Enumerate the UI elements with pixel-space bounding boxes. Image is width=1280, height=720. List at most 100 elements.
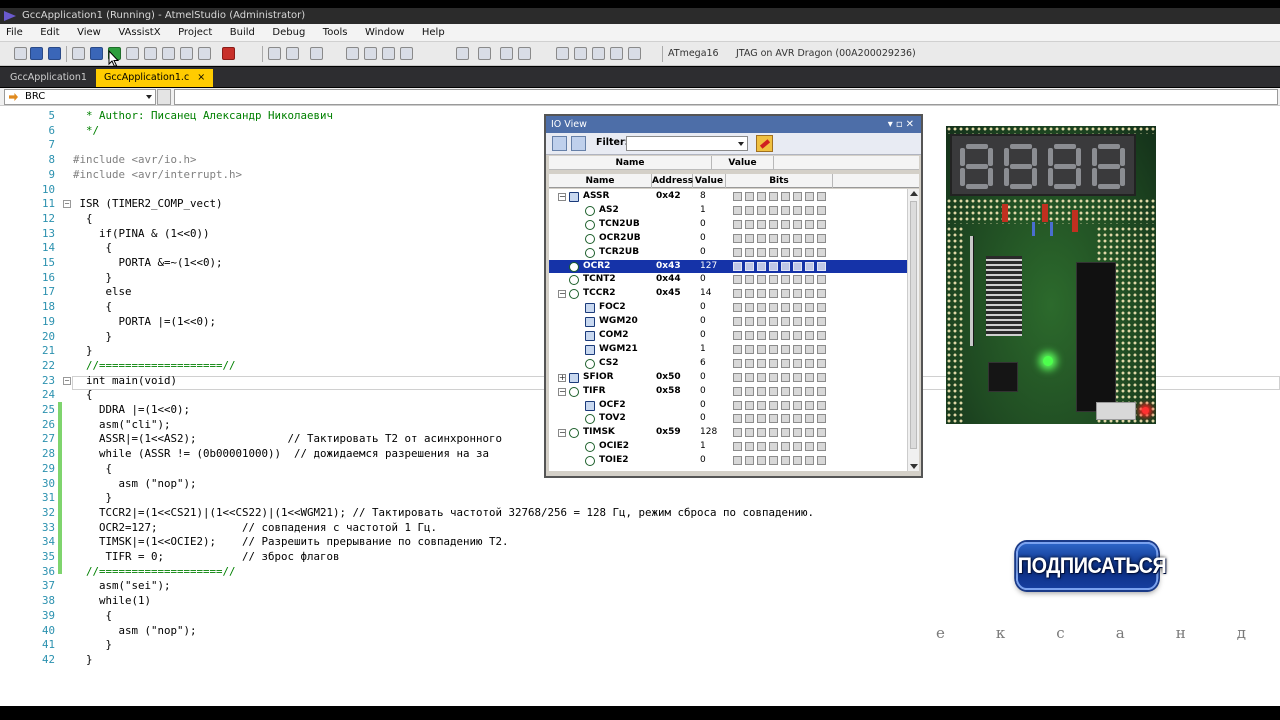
- bit-cell[interactable]: [757, 428, 766, 438]
- bit-cell[interactable]: [757, 205, 766, 215]
- bit-cell[interactable]: [793, 192, 802, 201]
- subscribe-button[interactable]: ПОДПИСАТЬСЯ: [1016, 542, 1167, 590]
- bit-cell[interactable]: [781, 331, 790, 340]
- step-over-icon[interactable]: [144, 47, 157, 60]
- memory-icon[interactable]: [268, 47, 281, 60]
- header-name[interactable]: Name: [549, 156, 712, 170]
- bit-cell[interactable]: [745, 247, 754, 257]
- bit-cell[interactable]: [781, 372, 790, 382]
- register-row[interactable]: − ASSR 0x42 8: [549, 190, 907, 204]
- bit-cell[interactable]: [781, 303, 790, 313]
- bit-cell[interactable]: [805, 192, 814, 201]
- bit-cell[interactable]: [781, 344, 790, 354]
- bit-cell[interactable]: [757, 303, 766, 313]
- bit-cell[interactable]: [781, 428, 790, 438]
- column-value[interactable]: Value: [693, 174, 726, 188]
- code-line[interactable]: 39 {: [0, 609, 1280, 624]
- bit-cell[interactable]: [781, 289, 790, 299]
- bit-cell[interactable]: [817, 442, 826, 452]
- comment-icon[interactable]: [382, 47, 395, 60]
- bit-cell[interactable]: [793, 247, 802, 257]
- cut-icon[interactable]: [310, 47, 323, 60]
- bit-cell[interactable]: [745, 303, 754, 313]
- io-view-title-bar[interactable]: IO View ▾▫✕: [546, 116, 921, 133]
- bit-cell[interactable]: [745, 192, 754, 201]
- bit-cell[interactable]: [769, 233, 778, 243]
- fold-toggle-icon[interactable]: −: [63, 376, 71, 385]
- bit-cell[interactable]: [757, 442, 766, 452]
- reset-icon[interactable]: [48, 47, 61, 60]
- device-programming-icon[interactable]: [556, 47, 569, 60]
- bit-cell[interactable]: [757, 358, 766, 368]
- menu-project[interactable]: Project: [171, 24, 219, 42]
- bit-cell[interactable]: [769, 344, 778, 354]
- bit-cell[interactable]: [793, 331, 802, 340]
- collapse-icon[interactable]: −: [558, 387, 566, 396]
- bit-cell[interactable]: [793, 386, 802, 396]
- bit-cell[interactable]: [745, 275, 754, 285]
- bit-cell[interactable]: [793, 400, 802, 410]
- bit-cell[interactable]: [805, 358, 814, 368]
- bit-cell[interactable]: [757, 247, 766, 257]
- code-line[interactable]: 38 while(1): [0, 594, 1280, 609]
- bit-cell[interactable]: [817, 247, 826, 257]
- bit-cell[interactable]: [817, 456, 826, 466]
- bit-cell[interactable]: [817, 303, 826, 313]
- bit-cell[interactable]: [769, 317, 778, 327]
- uncomment-icon[interactable]: [400, 47, 413, 60]
- member-combo[interactable]: [174, 89, 1278, 105]
- bit-cell[interactable]: [745, 442, 754, 452]
- bit-cell[interactable]: [757, 372, 766, 382]
- bit-cell[interactable]: [745, 205, 754, 215]
- scroll-thumb[interactable]: [910, 201, 917, 449]
- bit-cell[interactable]: [805, 331, 814, 340]
- bit-cell[interactable]: [745, 456, 754, 466]
- debug-tool-selector[interactable]: JTAG on AVR Dragon (00A200029236): [736, 47, 916, 61]
- bit-cell[interactable]: [805, 344, 814, 354]
- bit-cell[interactable]: [793, 358, 802, 368]
- bit-cell[interactable]: [781, 205, 790, 215]
- bit-cell[interactable]: [793, 233, 802, 243]
- bit-cell[interactable]: [733, 358, 742, 368]
- bit-cell[interactable]: [793, 372, 802, 382]
- breakpoint-icon[interactable]: [222, 47, 235, 60]
- bit-cell[interactable]: [769, 289, 778, 299]
- outdent-icon[interactable]: [364, 47, 377, 60]
- close-icon[interactable]: ✕: [906, 119, 917, 130]
- bit-cell[interactable]: [733, 317, 742, 327]
- register-row[interactable]: TCNT2 0x44 0: [549, 273, 907, 287]
- bit-cell[interactable]: [793, 261, 802, 271]
- code-line[interactable]: 33 OCR2=127; // совпадения с частотой 1 …: [0, 521, 1280, 536]
- stop-icon[interactable]: [30, 47, 43, 60]
- bit-cell[interactable]: [757, 386, 766, 396]
- bit-cell[interactable]: [793, 275, 802, 285]
- register-row[interactable]: AS2 1: [549, 204, 907, 218]
- bit-cell[interactable]: [757, 414, 766, 424]
- indent-icon[interactable]: [346, 47, 359, 60]
- register-row[interactable]: CS2 6: [549, 357, 907, 371]
- bit-cell[interactable]: [781, 192, 790, 201]
- bit-cell[interactable]: [793, 344, 802, 354]
- register-row[interactable]: TOIE2 0: [549, 454, 907, 468]
- bit-cell[interactable]: [733, 192, 742, 201]
- bit-cell[interactable]: [793, 442, 802, 452]
- bit-cell[interactable]: [733, 344, 742, 354]
- menu-build[interactable]: Build: [223, 24, 262, 42]
- bit-cell[interactable]: [781, 317, 790, 327]
- bit-cell[interactable]: [793, 456, 802, 466]
- column-address[interactable]: Address: [652, 174, 693, 188]
- bit-cell[interactable]: [769, 414, 778, 424]
- bit-cell[interactable]: [769, 386, 778, 396]
- bit-cell[interactable]: [733, 303, 742, 313]
- bit-cell[interactable]: [733, 261, 742, 271]
- bit-cell[interactable]: [817, 331, 826, 340]
- bit-cell[interactable]: [817, 289, 826, 299]
- bit-cell[interactable]: [733, 233, 742, 243]
- scroll-down-icon[interactable]: [910, 464, 918, 469]
- bit-cell[interactable]: [817, 233, 826, 243]
- register-row[interactable]: WGM20 0: [549, 315, 907, 329]
- bit-cell[interactable]: [733, 331, 742, 340]
- bit-cell[interactable]: [733, 400, 742, 410]
- bit-cell[interactable]: [817, 317, 826, 327]
- column-name[interactable]: Name: [549, 174, 652, 188]
